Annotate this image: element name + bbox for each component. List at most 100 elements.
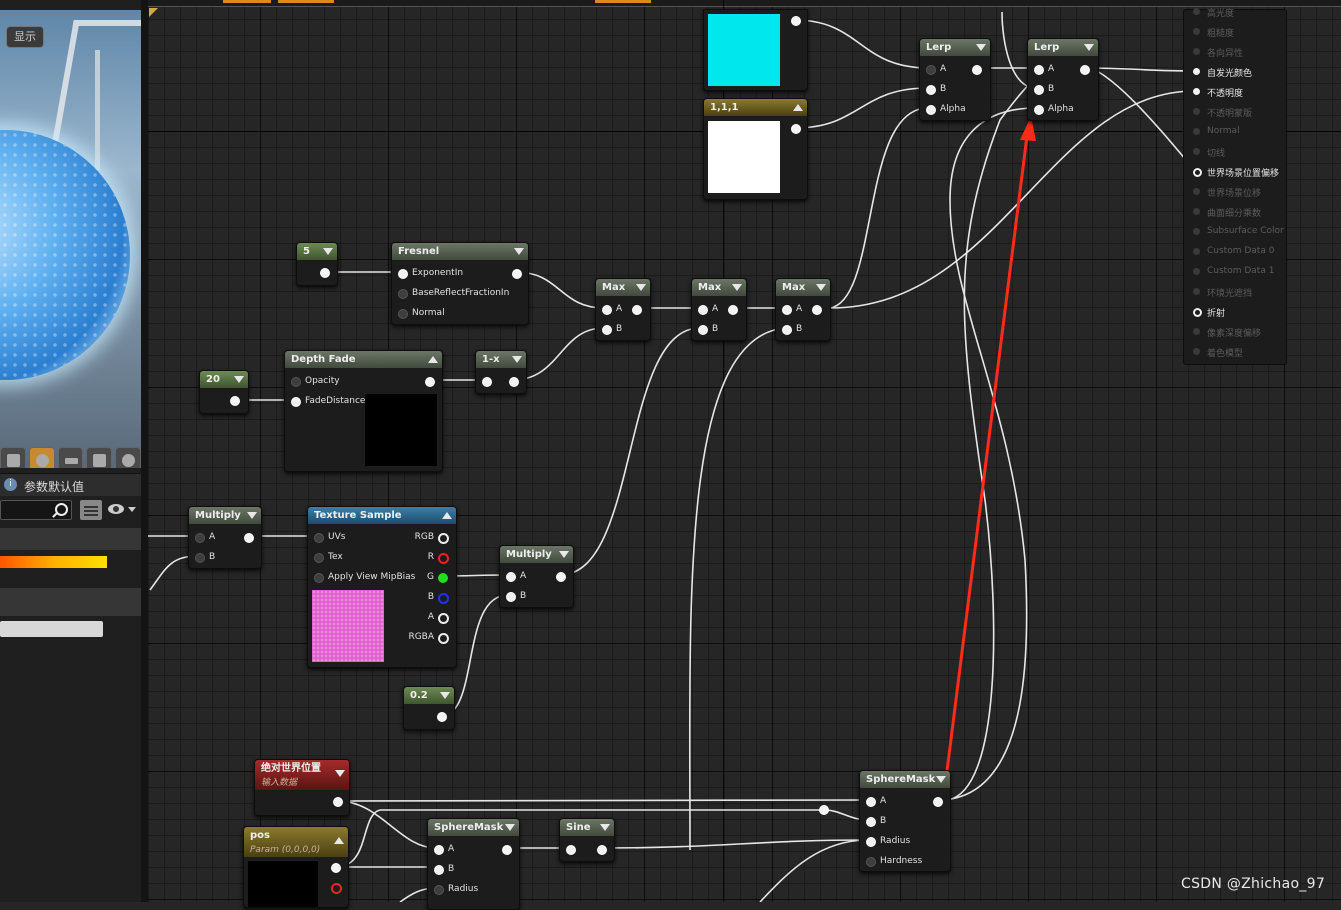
input-pin[interactable] (314, 573, 324, 583)
one-minus-node[interactable]: 1-x (475, 350, 527, 394)
search-icon[interactable] (55, 503, 68, 516)
output-pin[interactable] (244, 533, 254, 543)
input-pin[interactable] (866, 837, 876, 847)
output-pin[interactable] (331, 863, 341, 873)
cylinder-preview-icon[interactable] (0, 446, 26, 468)
result-input-pin[interactable] (1193, 348, 1200, 355)
output-pin[interactable] (597, 845, 607, 855)
output-pin[interactable] (509, 377, 519, 387)
collapse-icon[interactable] (247, 512, 257, 519)
spheremask-node-main[interactable]: SphereMask A B Radius Hardness (859, 770, 951, 872)
input-pin[interactable] (314, 533, 324, 543)
pos-parameter-node[interactable]: pos Param (0,0,0,0) (243, 826, 349, 908)
output-pin[interactable] (812, 305, 822, 315)
texture-sample-node[interactable]: Texture Sample UVs Tex Apply View MipBia… (307, 506, 457, 668)
params-search-input[interactable] (0, 500, 72, 520)
max-node-3[interactable]: Max A B (775, 278, 831, 341)
result-input-pin[interactable] (1193, 108, 1200, 115)
result-pin-row[interactable]: 切线 (1184, 142, 1286, 162)
result-input-pin[interactable] (1193, 308, 1202, 317)
output-pin[interactable] (933, 797, 943, 807)
parameter-defaults-tab[interactable]: i 参数默认值 (0, 473, 141, 496)
output-pin-r[interactable] (438, 553, 449, 564)
result-pin-row[interactable]: 自发光颜色 (1184, 62, 1286, 82)
plane-preview-icon[interactable] (57, 446, 84, 468)
eye-icon[interactable] (108, 504, 124, 514)
input-pin[interactable] (698, 325, 708, 335)
collapse-icon[interactable] (816, 284, 826, 291)
result-pin-row[interactable]: 曲面细分乘数 (1184, 202, 1286, 222)
input-pin[interactable] (602, 305, 612, 315)
result-input-pin[interactable] (1193, 168, 1202, 177)
output-pin-rgb[interactable] (438, 533, 449, 544)
spheremask-node-small[interactable]: SphereMask A B Radius (427, 818, 520, 910)
input-pin[interactable] (506, 592, 516, 602)
result-input-pin[interactable] (1193, 188, 1200, 195)
fresnel-node[interactable]: Fresnel ExponentIn BaseReflectFractionIn… (391, 242, 529, 325)
input-pin[interactable] (398, 309, 408, 319)
output-pin[interactable] (791, 124, 801, 134)
input-pin[interactable] (291, 377, 301, 387)
color-gradient-bar[interactable] (0, 556, 107, 568)
constant-20-node[interactable]: 20 (199, 370, 249, 414)
collapse-icon[interactable] (732, 284, 742, 291)
collapse-icon[interactable] (335, 770, 345, 777)
collapse-icon[interactable] (793, 104, 803, 111)
result-pin-row[interactable]: 不透明蒙版 (1184, 102, 1286, 122)
output-pin-rgba[interactable] (438, 633, 449, 644)
collapse-icon[interactable] (636, 284, 646, 291)
multiply-node-1[interactable]: Multiply A B (188, 506, 262, 569)
input-pin[interactable] (866, 817, 876, 827)
collapse-icon[interactable] (600, 824, 610, 831)
result-input-pin[interactable] (1193, 88, 1200, 95)
constant-5-node[interactable]: 5 (296, 242, 338, 286)
value-slider[interactable] (0, 621, 103, 637)
output-pin[interactable] (320, 268, 330, 278)
input-pin[interactable] (398, 289, 408, 299)
output-pin[interactable] (728, 305, 738, 315)
collapse-icon[interactable] (334, 837, 344, 844)
absolute-world-position-node[interactable]: 绝对世界位置 输入数据 (254, 759, 350, 816)
result-input-pin[interactable] (1193, 208, 1200, 215)
output-pin[interactable] (230, 396, 240, 406)
output-pin[interactable] (333, 797, 343, 807)
input-pin[interactable] (434, 865, 444, 875)
input-pin[interactable] (1034, 85, 1044, 95)
collapse-icon[interactable] (512, 356, 522, 363)
result-pin-row[interactable]: 粗糙度 (1184, 22, 1286, 42)
input-pin[interactable] (314, 553, 324, 563)
cyan-constant-node[interactable] (703, 9, 808, 91)
result-pin-row[interactable]: Normal (1184, 122, 1286, 142)
input-pin[interactable] (291, 397, 301, 407)
result-pin-row[interactable]: 着色模型 (1184, 342, 1286, 362)
constant-0.2-node[interactable]: 0.2 (403, 686, 455, 730)
material-result-node[interactable]: 高光度 粗糙度 各向异性 自发光颜色 不透明度 不透明蒙版 Normal 切线 世界场景位置偏移… (1183, 8, 1287, 365)
result-input-pin[interactable] (1193, 228, 1200, 235)
input-pin[interactable] (782, 325, 792, 335)
max-node-2[interactable]: Max A B (691, 278, 747, 341)
result-input-pin[interactable] (1193, 48, 1200, 55)
panel-divider[interactable] (141, 0, 148, 902)
input-pin[interactable] (866, 857, 876, 867)
collapse-icon[interactable] (936, 776, 946, 783)
input-pin[interactable] (482, 377, 492, 387)
output-pin-g[interactable] (438, 573, 448, 583)
collapse-icon[interactable] (440, 692, 450, 699)
result-pin-row[interactable]: 不透明度 (1184, 82, 1286, 102)
tab-indicator[interactable] (278, 0, 334, 3)
reroute-node[interactable] (819, 805, 829, 815)
result-pin-row[interactable]: 折射 (1184, 302, 1286, 322)
chevron-down-icon[interactable] (128, 507, 136, 512)
result-pin-row[interactable]: Custom Data 0 (1184, 242, 1286, 262)
multiply-node-2[interactable]: Multiply A B (499, 545, 574, 608)
result-input-pin[interactable] (1193, 248, 1200, 255)
lerp-node-2[interactable]: Lerp A B Alpha (1027, 38, 1099, 121)
output-pin[interactable] (502, 845, 512, 855)
result-pin-row[interactable]: 世界场景位置偏移 (1184, 162, 1286, 182)
input-pin[interactable] (566, 845, 576, 855)
sphere-preview-icon[interactable] (28, 446, 55, 468)
sine-node[interactable]: Sine (559, 818, 615, 862)
result-input-pin[interactable] (1193, 268, 1200, 275)
input-pin[interactable] (434, 845, 444, 855)
tab-indicator[interactable] (223, 0, 271, 3)
